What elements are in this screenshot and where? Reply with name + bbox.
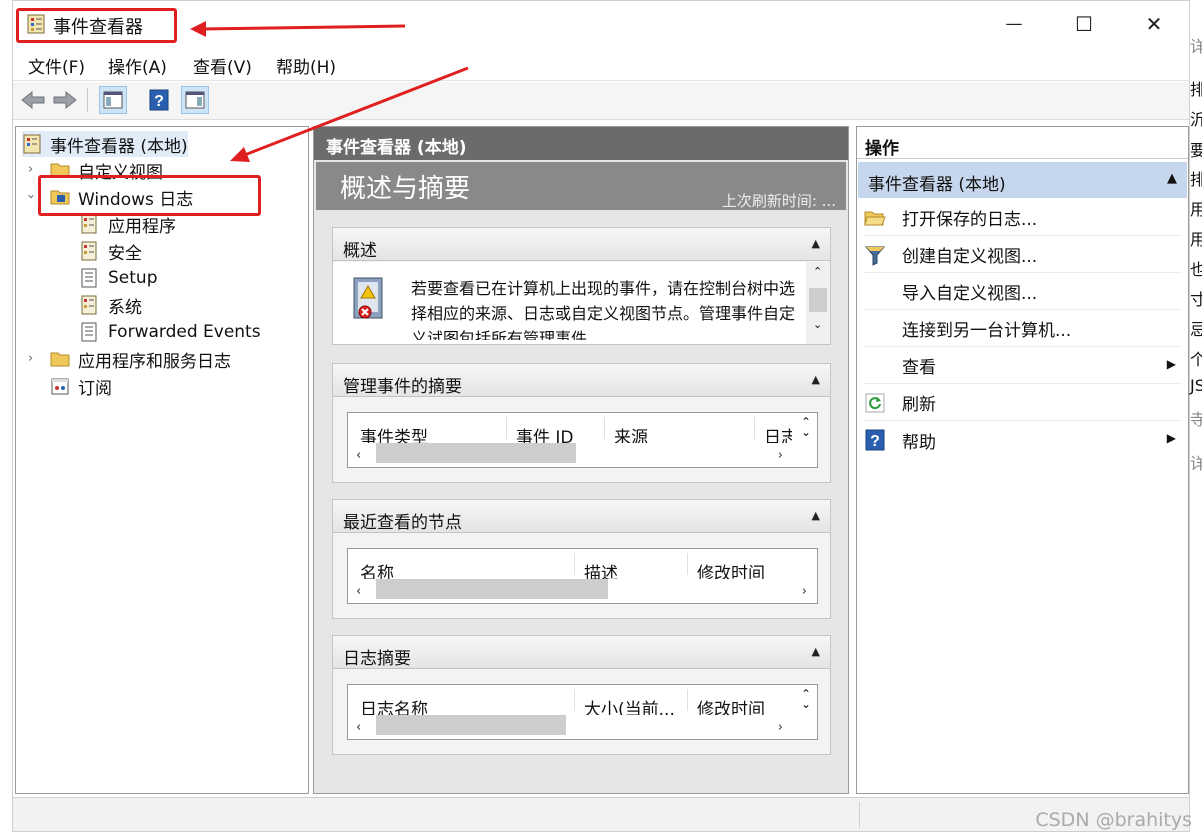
annotation-arrows bbox=[190, 21, 469, 162]
annotation-arrow-windows-logs bbox=[241, 66, 469, 158]
watermark: CSDN @brahitys bbox=[1035, 809, 1192, 831]
arrowhead-icon bbox=[230, 147, 250, 162]
arrowhead-icon bbox=[190, 21, 206, 37]
annotation-arrow-title bbox=[199, 24, 406, 31]
